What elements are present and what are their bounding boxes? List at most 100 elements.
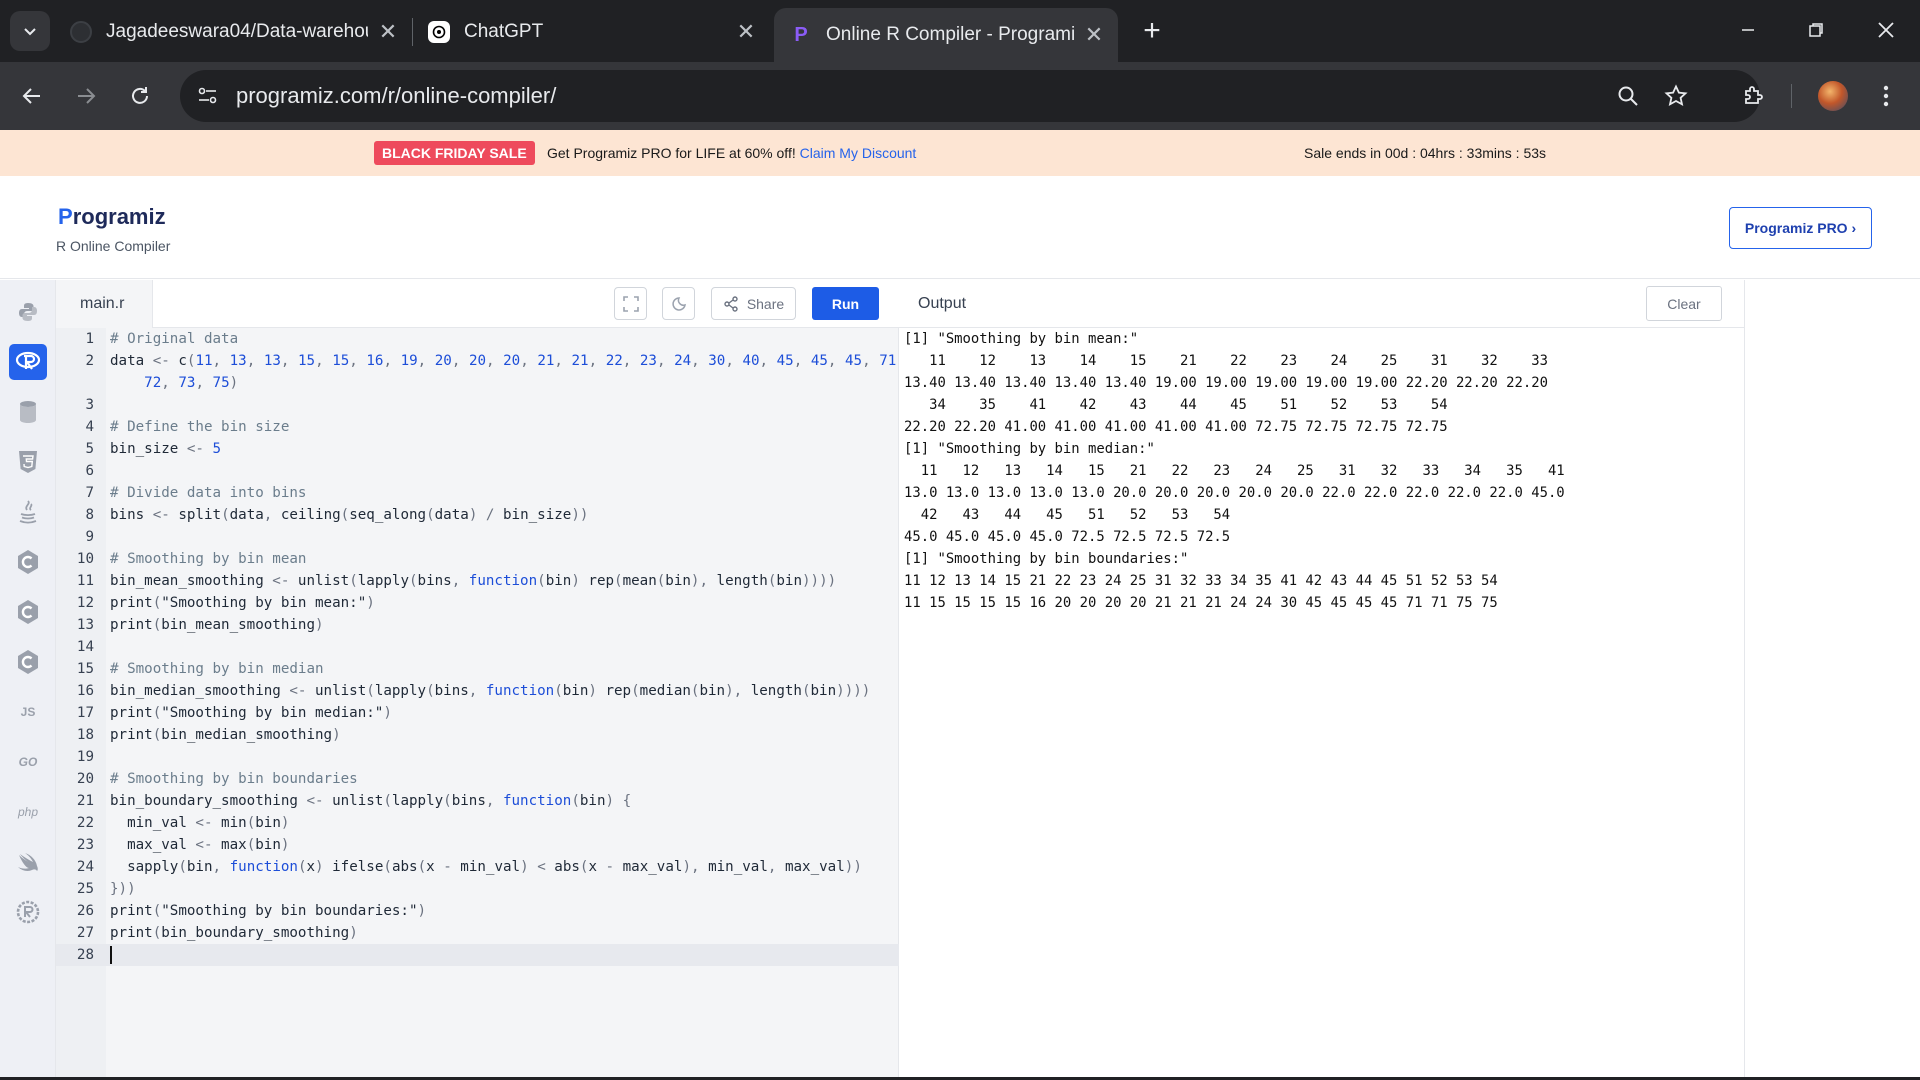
- code-line[interactable]: 14: [56, 636, 899, 658]
- code-line[interactable]: 13 print(bin_mean_smoothing): [56, 614, 899, 636]
- code-text: # Smoothing by bin median: [110, 661, 324, 677]
- programiz-logo[interactable]: Programiz: [58, 204, 166, 230]
- code-line[interactable]: 27 print(bin_boundary_smoothing): [56, 922, 899, 944]
- line-number: 20: [76, 771, 94, 787]
- code-line[interactable]: 24 sapply(bin, function(x) ifelse(abs(x …: [56, 856, 899, 878]
- code-text: bin_boundary_smoothing <- unlist(lapply(…: [110, 793, 632, 809]
- clear-button[interactable]: Clear: [1646, 286, 1722, 321]
- line-number: 21: [76, 793, 94, 809]
- code-line[interactable]: 11 bin_mean_smoothing <- unlist(lapply(bi…: [56, 570, 899, 592]
- code-line[interactable]: 20 # Smoothing by bin boundaries: [56, 768, 899, 790]
- editor-toolbar: main.r Share Run: [56, 280, 899, 328]
- lang-rust-icon[interactable]: [9, 894, 47, 930]
- lang-swift-icon[interactable]: [9, 844, 47, 880]
- site-settings-icon[interactable]: [196, 84, 220, 108]
- lang-html-icon[interactable]: [9, 444, 47, 480]
- code-line[interactable]: 26 print("Smoothing by bin boundaries:"): [56, 900, 899, 922]
- code-line[interactable]: 8 bins <- split(data, ceiling(seq_along(d…: [56, 504, 899, 526]
- code-line[interactable]: 28: [56, 944, 899, 966]
- tab-chatgpt[interactable]: ChatGPT ✕: [428, 8, 758, 56]
- code-text: 72, 73, 75): [144, 375, 239, 391]
- code-line[interactable]: 1 # Original data: [56, 328, 899, 350]
- promo-text: Get Programiz PRO for LIFE at 60% off!: [547, 145, 796, 161]
- programiz-pro-button[interactable]: Programiz PRO ›: [1729, 207, 1872, 249]
- lang-php-icon[interactable]: php: [9, 794, 47, 830]
- profile-button[interactable]: [1815, 78, 1851, 114]
- code-editor-panel: main.r Share Run 1 # Original data 2 data <…: [56, 280, 905, 1080]
- code-area[interactable]: 1 # Original data 2 data <- c(11, 13, 13, 1…: [56, 328, 905, 966]
- tab-programiz[interactable]: P Online R Compiler - Programiz ✕: [774, 8, 1118, 62]
- close-icon[interactable]: ✕: [734, 19, 758, 44]
- restore-button[interactable]: [1794, 12, 1838, 48]
- share-button[interactable]: Share: [711, 287, 796, 320]
- new-tab-button[interactable]: +: [1138, 14, 1166, 48]
- line-number: 4: [85, 419, 94, 435]
- url-text[interactable]: programiz.com/r/online-compiler/: [236, 83, 556, 109]
- code-text: data <- c(11, 13, 13, 15, 15, 16, 19, 20…: [110, 353, 905, 369]
- lang-js-icon[interactable]: JS: [9, 694, 47, 730]
- file-tab[interactable]: main.r: [56, 280, 153, 328]
- lang-python-icon[interactable]: [9, 294, 47, 330]
- browser-menu-button[interactable]: [1868, 78, 1904, 114]
- code-text: print("Smoothing by bin mean:"): [110, 595, 375, 611]
- text-cursor: [110, 946, 112, 964]
- code-line[interactable]: 3: [56, 394, 899, 416]
- code-line[interactable]: 17 print("Smoothing by bin median:"): [56, 702, 899, 724]
- lang-r-icon[interactable]: [9, 344, 47, 380]
- extensions-button[interactable]: [1735, 78, 1771, 114]
- forward-button[interactable]: [68, 78, 104, 114]
- code-line[interactable]: 22 min_val <- min(bin): [56, 812, 899, 834]
- tab-search-button[interactable]: [10, 11, 50, 51]
- code-line[interactable]: 16 bin_median_smoothing <- unlist(lapply(…: [56, 680, 899, 702]
- code-line[interactable]: 19: [56, 746, 899, 768]
- code-text: # Original data: [110, 331, 239, 347]
- code-line[interactable]: 9: [56, 526, 899, 548]
- browser-tab-bar: Jagadeeswara04/Data-warehou ✕ ChatGPT ✕ …: [0, 0, 1920, 62]
- address-bar[interactable]: programiz.com/r/online-compiler/: [180, 70, 1760, 122]
- code-line[interactable]: 72, 73, 75): [56, 372, 899, 394]
- dark-mode-toggle[interactable]: [662, 287, 695, 320]
- code-line[interactable]: 15 # Smoothing by bin median: [56, 658, 899, 680]
- claim-discount-link[interactable]: Claim My Discount: [800, 145, 917, 161]
- lang-go-icon[interactable]: GO: [9, 744, 47, 780]
- zoom-button[interactable]: [1610, 78, 1646, 114]
- code-line[interactable]: 25})): [56, 878, 899, 900]
- programiz-icon: P: [794, 23, 808, 46]
- close-icon[interactable]: ✕: [376, 19, 400, 44]
- reload-button[interactable]: [122, 78, 158, 114]
- fullscreen-button[interactable]: [614, 287, 647, 320]
- minimize-button[interactable]: [1726, 12, 1770, 48]
- minimize-icon: [1742, 29, 1754, 31]
- code-line[interactable]: 18 print(bin_median_smoothing): [56, 724, 899, 746]
- code-text: # Smoothing by bin boundaries: [110, 771, 358, 787]
- code-line[interactable]: 10 # Smoothing by bin mean: [56, 548, 899, 570]
- lang-csharp-icon[interactable]: [9, 644, 47, 680]
- sale-badge: BLACK FRIDAY SALE: [374, 141, 535, 165]
- browser-toolbar: programiz.com/r/online-compiler/: [0, 62, 1920, 130]
- lang-sql-icon[interactable]: [9, 394, 47, 430]
- code-line[interactable]: 12 print("Smoothing by bin mean:"): [56, 592, 899, 614]
- lang-cpp-icon[interactable]: [9, 594, 47, 630]
- line-number: 26: [76, 903, 94, 919]
- line-number: 12: [76, 595, 94, 611]
- code-line[interactable]: 6: [56, 460, 899, 482]
- lang-java-icon[interactable]: [9, 494, 47, 530]
- code-line[interactable]: 4 # Define the bin size: [56, 416, 899, 438]
- close-icon[interactable]: ✕: [1082, 22, 1106, 47]
- output-panel: Output Clear [1] "Smoothing by bin mean:…: [899, 280, 1745, 1080]
- tab-github[interactable]: Jagadeeswara04/Data-warehou ✕: [70, 8, 400, 56]
- code-line[interactable]: 7 # Divide data into bins: [56, 482, 899, 504]
- run-button[interactable]: Run: [812, 287, 879, 320]
- output-line: 34 35 41 42 43 44 45 51 52 53 54: [904, 397, 1448, 413]
- star-icon: [1664, 84, 1688, 107]
- code-line[interactable]: 5 bin_size <- 5: [56, 438, 899, 460]
- logo-initial: P: [58, 204, 73, 229]
- line-number: 6: [85, 463, 94, 479]
- code-line[interactable]: 23 max_val <- max(bin): [56, 834, 899, 856]
- back-button[interactable]: [14, 78, 50, 114]
- code-line[interactable]: 2 data <- c(11, 13, 13, 15, 15, 16, 19, 2…: [56, 350, 904, 372]
- lang-c-icon[interactable]: [9, 544, 47, 580]
- close-window-button[interactable]: [1864, 12, 1908, 48]
- code-line[interactable]: 21 bin_boundary_smoothing <- unlist(lappl…: [56, 790, 899, 812]
- bookmark-button[interactable]: [1658, 78, 1694, 114]
